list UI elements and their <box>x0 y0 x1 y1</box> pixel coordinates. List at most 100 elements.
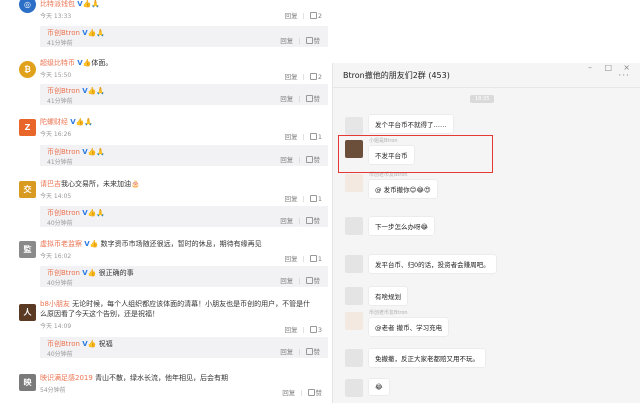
reply-item: 币创Btron V👍🙏 41分钟前 回复 | 赞 <box>40 26 328 47</box>
thumb-up-icon <box>309 12 317 19</box>
replier-name[interactable]: 币创Btron <box>47 87 80 95</box>
reply-button[interactable]: 回复 <box>280 277 293 285</box>
like-button[interactable]: 赞 <box>305 156 320 164</box>
avatar[interactable] <box>345 117 363 135</box>
reply-button[interactable]: 回复 <box>280 217 293 225</box>
reply-time: 41分钟前 <box>47 159 73 166</box>
reply-item: 币创Btron V👍🙏 41分钟前 回复 | 赞 <box>40 145 328 166</box>
replier-name[interactable]: 币创Btron <box>47 148 80 156</box>
commenter-name[interactable]: 陀螺财经 <box>40 118 68 126</box>
minimize-icon[interactable]: – <box>588 63 592 72</box>
commenter-name[interactable]: 超级比特币 <box>40 59 75 67</box>
thumb-up-icon <box>305 277 313 284</box>
commenter-name[interactable]: 映识满足感2019 <box>40 374 93 382</box>
reply-time: 41分钟前 <box>47 98 73 105</box>
avatar[interactable] <box>345 379 363 397</box>
like-button[interactable]: 赞 <box>307 389 322 397</box>
reply-text: 祝福 <box>98 340 113 348</box>
avatar[interactable] <box>345 217 363 235</box>
emoji: 👍 <box>87 340 97 348</box>
reply-time: 40分钟前 <box>47 351 73 358</box>
reply-button[interactable]: 回复 <box>285 195 298 203</box>
thumb-up-icon <box>307 389 315 396</box>
reply-button[interactable]: 回复 <box>282 389 295 397</box>
reply-button[interactable]: 回复 <box>285 133 298 141</box>
like-button[interactable]: 1 <box>309 133 322 141</box>
like-button[interactable]: 2 <box>309 73 322 81</box>
replier-name[interactable]: 币创Btron <box>47 340 80 348</box>
comment-time: 今天 13:33 <box>40 13 72 20</box>
emoji: 👍🙏 <box>87 29 106 37</box>
replier-name[interactable]: 币创Btron <box>47 29 80 37</box>
like-button[interactable]: 1 <box>309 195 322 203</box>
message-bubble: 😂 <box>369 379 389 395</box>
comment-time: 今天 14:09 <box>40 323 72 330</box>
message-timestamp: 18:35 <box>470 95 495 103</box>
thumb-up-icon <box>305 37 313 44</box>
commenter-name[interactable]: 比特派钱包 <box>40 0 75 8</box>
chat-title: Btron撤他的朋友们2群 (453) <box>343 71 450 80</box>
sender-name: 币创老币友Btron <box>369 310 408 316</box>
comment-text: 青山不散，绿水长流，他年相见，后会有期 <box>95 374 229 382</box>
reply-button[interactable]: 回复 <box>285 73 298 81</box>
comment-text: 无论时候，每个人组织都应该体面的清幕！小朋友也是币创的用户，不管是什么原因看了今… <box>40 300 311 318</box>
avatar[interactable] <box>345 312 363 330</box>
more-options-icon[interactable]: ··· <box>618 71 630 81</box>
emoji: 👍🙏 <box>75 118 94 126</box>
reply-button[interactable]: 回复 <box>285 12 298 20</box>
avatar[interactable]: ◎ <box>19 0 36 13</box>
reply-time: 40分钟前 <box>47 220 73 227</box>
maximize-icon[interactable]: □ <box>604 63 612 72</box>
reply-button[interactable]: 回复 <box>280 156 293 164</box>
emoji: 👍🙏 <box>87 87 106 95</box>
avatar[interactable]: 監 <box>19 241 36 258</box>
like-button[interactable]: 赞 <box>305 217 320 225</box>
reply-item: 币创Btron V👍🙏 40分钟前 回复 | 赞 <box>40 206 328 227</box>
reply-button[interactable]: 回复 <box>285 255 298 263</box>
thumb-up-icon <box>309 133 317 140</box>
avatar[interactable] <box>345 349 363 367</box>
reply-button[interactable]: 回复 <box>280 37 293 45</box>
avatar[interactable] <box>345 174 363 192</box>
thumb-up-icon <box>309 326 317 333</box>
commenter-name[interactable]: b8小朋友 <box>40 300 70 308</box>
reply-item: 币创Btron V👍 祝福 40分钟前 回复 | 赞 <box>40 337 328 358</box>
avatar[interactable]: 人 <box>19 304 36 321</box>
commenter-name[interactable]: 请巴吉 <box>40 180 61 188</box>
comment-text: 数字资币市场随还很远，暂时的休息，期待有缘再见 <box>100 240 262 248</box>
reply-button[interactable]: 回复 <box>280 95 293 103</box>
like-button[interactable]: 1 <box>309 255 322 263</box>
like-button[interactable]: 赞 <box>305 95 320 103</box>
like-button[interactable]: 赞 <box>305 37 320 45</box>
avatar[interactable]: 映 <box>19 374 36 391</box>
thumb-up-icon <box>305 156 313 163</box>
like-button[interactable]: 2 <box>309 12 322 20</box>
message-bubble: 免撤撤，反正大家老都赔又用不玩。 <box>369 349 485 367</box>
comment-text: 我心交易所，未来加油🎂 <box>61 180 140 188</box>
emoji: 👍 <box>87 269 97 277</box>
like-button[interactable]: 赞 <box>305 348 320 356</box>
thumb-up-icon <box>305 95 313 102</box>
thumb-up-icon <box>305 217 313 224</box>
divider <box>333 87 640 88</box>
commenter-name[interactable]: 虚拟币老监察 <box>40 240 82 248</box>
comment-actions: 回复 | 2 <box>284 12 322 20</box>
like-button[interactable]: 赞 <box>305 277 320 285</box>
reply-button[interactable]: 回复 <box>280 348 293 356</box>
comment-feed: ◎ 比特派钱包 V👍🙏 今天 13:33 回复 | 2 币创Btron V👍🙏 41… <box>0 0 330 403</box>
reply-button[interactable]: 回复 <box>285 326 298 334</box>
message-bubble: 发个平台币不就得了…… <box>369 115 453 133</box>
message-bubble: 有啥规划 <box>369 287 407 305</box>
avatar[interactable]: ₿ <box>19 61 36 78</box>
comment-time: 今天 16:26 <box>40 131 72 138</box>
replier-name[interactable]: 币创Btron <box>47 209 80 217</box>
avatar[interactable] <box>345 255 363 273</box>
reply-item: 币创Btron V👍 很正确的事 40分钟前 回复 | 赞 <box>40 266 328 287</box>
avatar[interactable]: Z <box>19 119 36 136</box>
avatar[interactable]: 交 <box>19 181 36 198</box>
replier-name[interactable]: 币创Btron <box>47 269 80 277</box>
reply-text: 很正确的事 <box>98 269 134 277</box>
message-bubble: 下一步怎么办呀😂 <box>369 217 435 235</box>
like-button[interactable]: 3 <box>309 326 322 334</box>
avatar[interactable] <box>345 287 363 305</box>
